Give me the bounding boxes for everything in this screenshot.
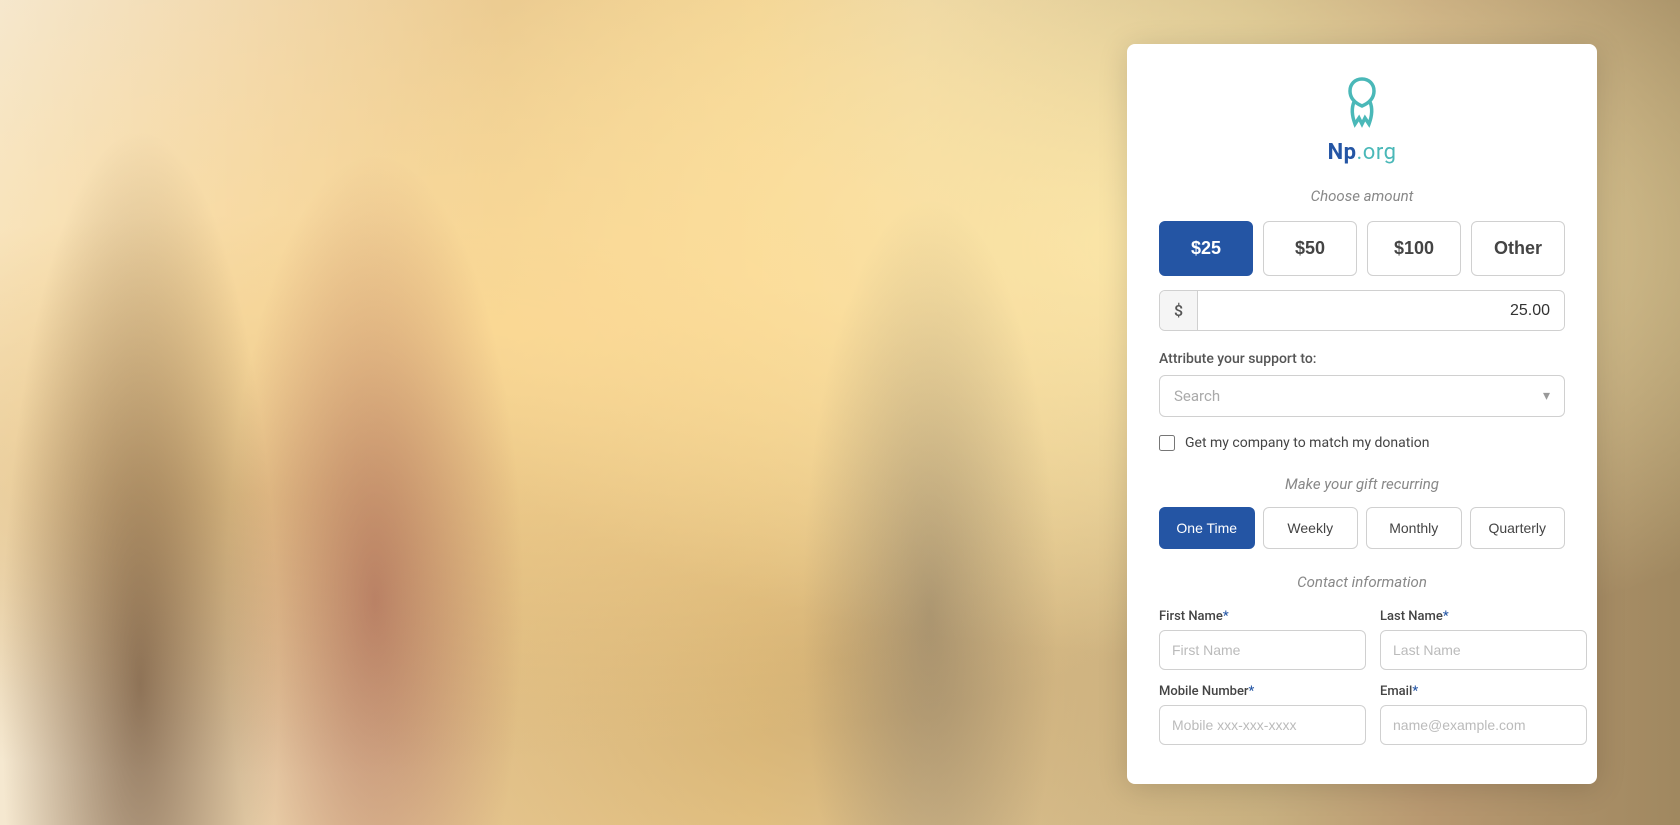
company-match-checkbox[interactable] (1159, 435, 1175, 451)
frequency-grid: One Time Weekly Monthly Quarterly (1159, 507, 1565, 549)
first-name-group: First Name* (1159, 609, 1366, 670)
last-name-group: Last Name* (1380, 609, 1587, 670)
amount-grid: $25 $50 $100 Other (1159, 221, 1565, 276)
logo-text: Np.org (1328, 140, 1397, 165)
company-match-row: Get my company to match my donation (1159, 435, 1565, 451)
contact-label: Contact information (1159, 573, 1565, 591)
mobile-label: Mobile Number* (1159, 684, 1366, 699)
recurring-label: Make your gift recurring (1159, 475, 1565, 493)
contact-grid: First Name* Last Name* Mobile Number* Em… (1159, 609, 1565, 745)
chevron-down-icon: ▾ (1543, 388, 1550, 404)
freq-quarterly-button[interactable]: Quarterly (1470, 507, 1566, 549)
amount-25-button[interactable]: $25 (1159, 221, 1253, 276)
amount-input-row: $ (1159, 290, 1565, 331)
freq-monthly-button[interactable]: Monthly (1366, 507, 1462, 549)
first-name-label: First Name* (1159, 609, 1366, 624)
amount-100-button[interactable]: $100 (1367, 221, 1461, 276)
email-group: Email* (1380, 684, 1587, 745)
amount-input[interactable] (1198, 292, 1564, 330)
search-dropdown[interactable]: Search ▾ (1159, 375, 1565, 417)
freq-weekly-button[interactable]: Weekly (1263, 507, 1359, 549)
last-name-input[interactable] (1380, 630, 1587, 670)
amount-50-button[interactable]: $50 (1263, 221, 1357, 276)
donation-panel: Np.org Choose amount $25 $50 $100 Other … (1127, 44, 1597, 784)
amount-other-button[interactable]: Other (1471, 221, 1565, 276)
first-name-input[interactable] (1159, 630, 1366, 670)
mobile-input[interactable] (1159, 705, 1366, 745)
choose-amount-label: Choose amount (1159, 187, 1565, 205)
email-input[interactable] (1380, 705, 1587, 745)
last-name-label: Last Name* (1380, 609, 1587, 624)
attribute-label: Attribute your support to: (1159, 351, 1565, 367)
company-match-label: Get my company to match my donation (1185, 435, 1429, 451)
email-label: Email* (1380, 684, 1587, 699)
freq-one-time-button[interactable]: One Time (1159, 507, 1255, 549)
mobile-group: Mobile Number* (1159, 684, 1366, 745)
search-placeholder: Search (1174, 387, 1220, 405)
dollar-sign: $ (1160, 291, 1198, 330)
ribbon-icon (1337, 74, 1387, 134)
logo-area: Np.org (1159, 74, 1565, 165)
